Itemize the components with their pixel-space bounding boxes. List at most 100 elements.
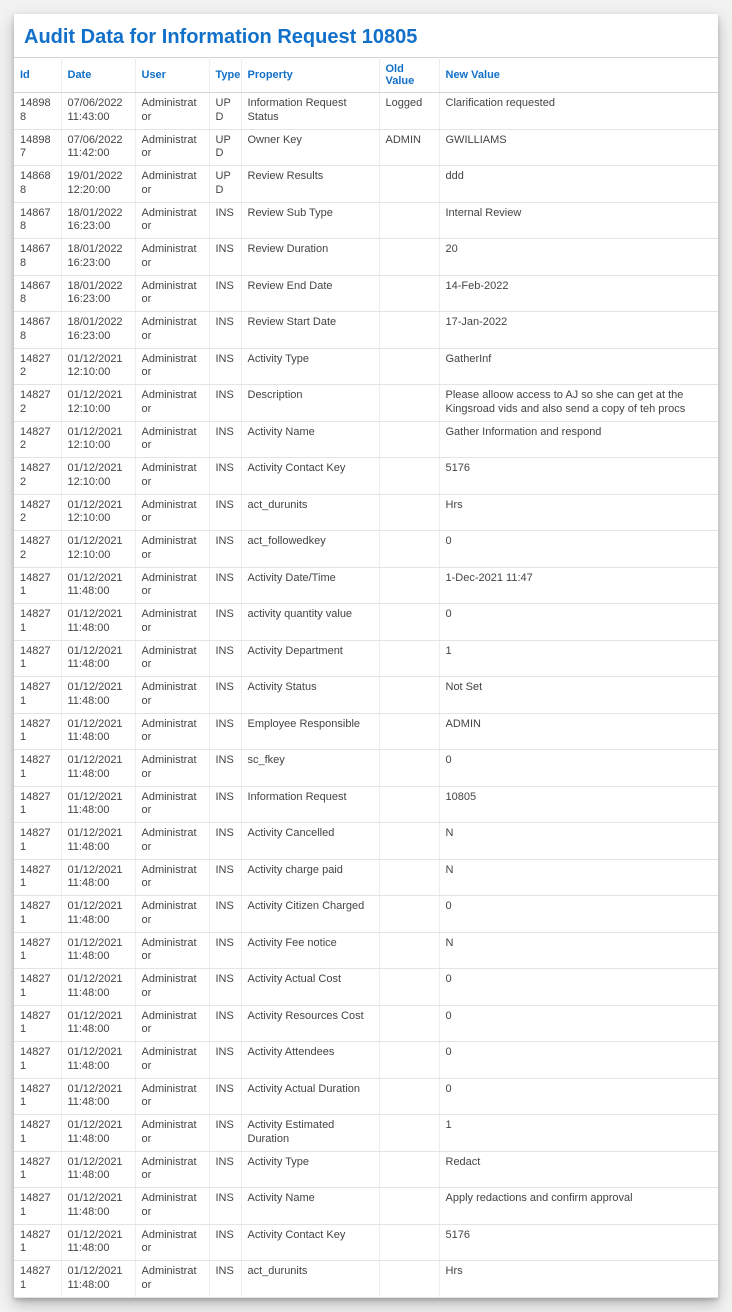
cell-date: 01/12/2021 11:48:00 [61,1261,135,1298]
cell-user: Administrator [135,202,209,239]
cell-new: 5176 [439,458,718,495]
cell-id: 148271 [14,786,61,823]
cell-new: Clarification requested [439,93,718,130]
cell-old: ADMIN [379,129,439,166]
cell-id: 148271 [14,567,61,604]
cell-id: 148678 [14,312,61,349]
table-row: 14827101/12/2021 11:48:00AdministratorIN… [14,640,718,677]
cell-date: 01/12/2021 11:48:00 [61,896,135,933]
cell-old [379,750,439,787]
cell-id: 148272 [14,458,61,495]
cell-id: 148271 [14,859,61,896]
cell-property: Activity Estimated Duration [241,1115,379,1152]
col-header-new[interactable]: New Value [439,58,718,93]
cell-date: 01/12/2021 11:48:00 [61,750,135,787]
cell-user: Administrator [135,1042,209,1079]
cell-type: INS [209,1261,241,1298]
cell-id: 148271 [14,1078,61,1115]
cell-type: INS [209,567,241,604]
col-header-old[interactable]: Old Value [379,58,439,93]
table-row: 14827101/12/2021 11:48:00AdministratorIN… [14,750,718,787]
cell-new: Internal Review [439,202,718,239]
table-row: 14867818/01/2022 16:23:00AdministratorIN… [14,202,718,239]
cell-new: 1 [439,640,718,677]
cell-property: Activity Contact Key [241,1224,379,1261]
cell-old [379,202,439,239]
cell-id: 148271 [14,713,61,750]
cell-date: 01/12/2021 12:10:00 [61,531,135,568]
cell-date: 01/12/2021 12:10:00 [61,494,135,531]
table-row: 14827101/12/2021 11:48:00AdministratorIN… [14,786,718,823]
cell-new: 0 [439,1005,718,1042]
col-header-user[interactable]: User [135,58,209,93]
cell-id: 148271 [14,1005,61,1042]
cell-type: INS [209,823,241,860]
cell-date: 01/12/2021 11:48:00 [61,1151,135,1188]
cell-id: 148272 [14,531,61,568]
cell-user: Administrator [135,348,209,385]
cell-type: INS [209,1224,241,1261]
table-row: 14827101/12/2021 11:48:00AdministratorIN… [14,1078,718,1115]
table-row: 14827201/12/2021 12:10:00AdministratorIN… [14,458,718,495]
cell-old [379,932,439,969]
cell-date: 18/01/2022 16:23:00 [61,312,135,349]
cell-old [379,531,439,568]
cell-user: Administrator [135,567,209,604]
cell-date: 01/12/2021 12:10:00 [61,421,135,458]
col-header-type[interactable]: Type [209,58,241,93]
cell-id: 148271 [14,1151,61,1188]
cell-old [379,312,439,349]
cell-new: 1 [439,1115,718,1152]
cell-old [379,896,439,933]
table-row: 14827101/12/2021 11:48:00AdministratorIN… [14,823,718,860]
cell-property: Employee Responsible [241,713,379,750]
cell-property: act_followedkey [241,531,379,568]
cell-property: Activity Contact Key [241,458,379,495]
cell-user: Administrator [135,531,209,568]
cell-new: 1-Dec-2021 11:47 [439,567,718,604]
cell-date: 18/01/2022 16:23:00 [61,202,135,239]
cell-old [379,640,439,677]
cell-type: INS [209,1078,241,1115]
cell-old: Logged [379,93,439,130]
col-header-date[interactable]: Date [61,58,135,93]
table-row: 14827101/12/2021 11:48:00AdministratorIN… [14,1042,718,1079]
table-row: 14827201/12/2021 12:10:00AdministratorIN… [14,531,718,568]
cell-id: 148271 [14,1224,61,1261]
cell-old [379,494,439,531]
col-header-property[interactable]: Property [241,58,379,93]
table-row: 14827101/12/2021 11:48:00AdministratorIN… [14,969,718,1006]
cell-user: Administrator [135,786,209,823]
cell-property: Activity Name [241,1188,379,1225]
cell-id: 148272 [14,385,61,422]
cell-new: ddd [439,166,718,203]
cell-property: Description [241,385,379,422]
cell-property: Activity Citizen Charged [241,896,379,933]
cell-old [379,1188,439,1225]
cell-id: 148272 [14,348,61,385]
cell-id: 148271 [14,932,61,969]
cell-property: activity quantity value [241,604,379,641]
cell-type: INS [209,640,241,677]
cell-id: 148271 [14,969,61,1006]
col-header-id[interactable]: Id [14,58,61,93]
cell-new: GWILLIAMS [439,129,718,166]
cell-old [379,1042,439,1079]
cell-new: Not Set [439,677,718,714]
cell-id: 148271 [14,640,61,677]
cell-old [379,385,439,422]
cell-id: 148988 [14,93,61,130]
cell-new: 0 [439,604,718,641]
cell-date: 01/12/2021 11:48:00 [61,640,135,677]
cell-id: 148271 [14,1042,61,1079]
cell-type: INS [209,750,241,787]
cell-user: Administrator [135,896,209,933]
cell-new: ADMIN [439,713,718,750]
cell-date: 01/12/2021 12:10:00 [61,348,135,385]
cell-type: INS [209,859,241,896]
cell-property: Information Request [241,786,379,823]
cell-id: 148271 [14,823,61,860]
cell-date: 19/01/2022 12:20:00 [61,166,135,203]
cell-user: Administrator [135,823,209,860]
cell-type: INS [209,1151,241,1188]
